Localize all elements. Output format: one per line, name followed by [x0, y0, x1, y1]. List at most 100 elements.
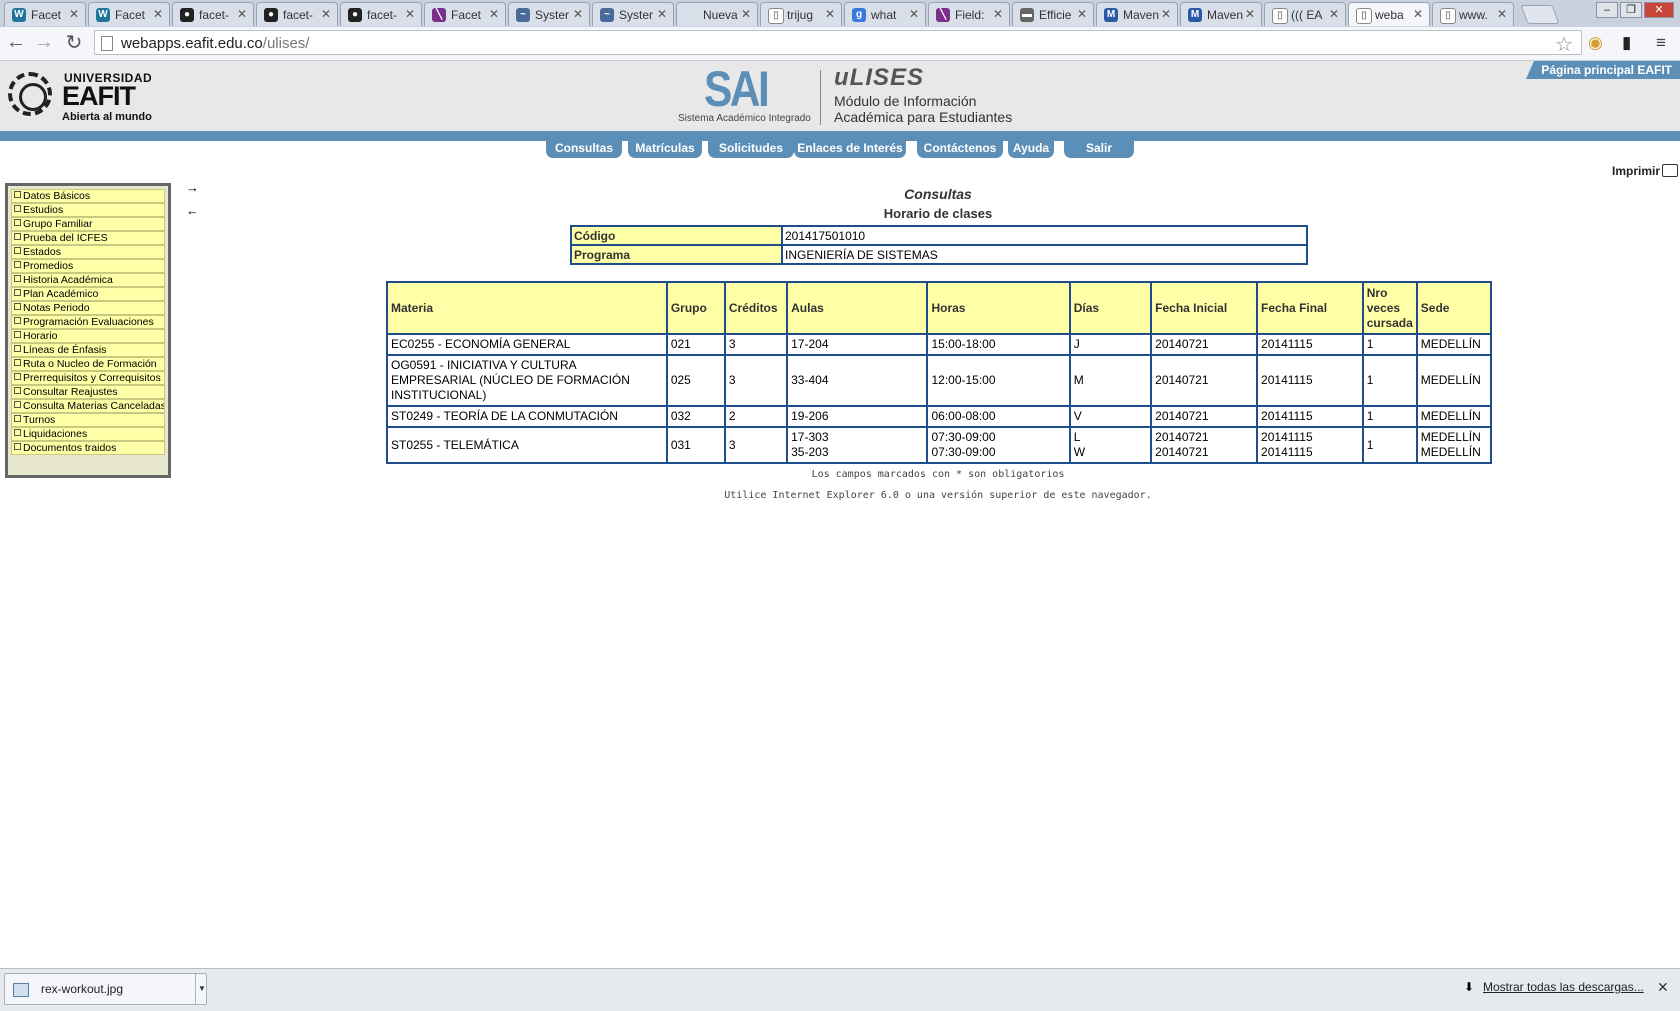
- menu-ayuda[interactable]: Ayuda: [1008, 140, 1054, 158]
- close-window-button[interactable]: ✕: [1644, 2, 1674, 18]
- close-tab-icon[interactable]: ✕: [825, 7, 835, 21]
- menu-enlaces[interactable]: Enlaces de Interés: [794, 140, 906, 158]
- logo-emblem-icon: [8, 72, 52, 116]
- browser-tab[interactable]: M Maven ✕: [1180, 2, 1262, 26]
- home-link[interactable]: Página principal EAFIT: [1526, 61, 1680, 79]
- tab-title: Syster: [535, 8, 570, 22]
- bookmark-star-icon[interactable]: ☆: [1555, 32, 1573, 57]
- close-tab-icon[interactable]: ✕: [69, 7, 79, 21]
- column-header: Días: [1068, 281, 1153, 335]
- minimize-button[interactable]: –: [1596, 2, 1618, 18]
- sidebar-item[interactable]: Prueba del ICFES: [11, 231, 165, 245]
- close-tab-icon[interactable]: ✕: [909, 7, 919, 21]
- show-all-downloads-link[interactable]: Mostrar todas las descargas...: [1483, 980, 1644, 994]
- menu-matriculas[interactable]: Matrículas: [628, 140, 702, 158]
- sidebar-item[interactable]: Promedios: [11, 259, 165, 273]
- menu-solicitudes[interactable]: Solicitudes: [708, 140, 794, 158]
- close-tab-icon[interactable]: ✕: [741, 7, 751, 21]
- github-icon: ●: [180, 8, 194, 22]
- sai-subtitle: Sistema Académico Integrado: [678, 113, 811, 124]
- tab-title: Field:: [955, 8, 985, 22]
- sidebar-item[interactable]: Liquidaciones: [11, 427, 165, 441]
- browser-tab[interactable]: W Facet ✕: [4, 2, 86, 26]
- sidebar-item[interactable]: Notas Periodo: [11, 301, 165, 315]
- schedule-cell: 1: [1361, 426, 1418, 464]
- back-icon[interactable]: ←: [5, 31, 27, 54]
- browser-tab[interactable]: ● facet- ✕: [256, 2, 338, 26]
- printer-icon[interactable]: [1662, 164, 1678, 177]
- menu-icon[interactable]: ≡: [1656, 33, 1666, 53]
- sidebar-item[interactable]: Líneas de Énfasis: [11, 343, 165, 357]
- sidebar-item[interactable]: Plan Académico: [11, 287, 165, 301]
- close-tab-icon[interactable]: ✕: [321, 7, 331, 21]
- close-tab-icon[interactable]: ✕: [1497, 7, 1507, 21]
- close-tab-icon[interactable]: ✕: [1077, 7, 1087, 21]
- eafit-logo[interactable]: UNIVERSIDAD EAFIT Abierta al mundo: [8, 71, 168, 125]
- close-tab-icon[interactable]: ✕: [237, 7, 247, 21]
- info-value: INGENIERÍA DE SISTEMAS: [781, 244, 1308, 265]
- close-tab-icon[interactable]: ✕: [993, 7, 1003, 21]
- browser-tab[interactable]: W Facet ✕: [88, 2, 170, 26]
- extension-icon[interactable]: ◉: [1588, 33, 1603, 53]
- tab-title: what: [871, 8, 897, 22]
- download-menu-button[interactable]: ▼: [195, 974, 208, 1004]
- browser-tab[interactable]: ╲ Facet ✕: [424, 2, 506, 26]
- schedule-cell: 031: [665, 426, 726, 464]
- sidebar-item[interactable]: Consultar Reajustes: [11, 385, 165, 399]
- sidebar-item[interactable]: Historia Académica: [11, 273, 165, 287]
- browser-tab[interactable]: M Maven ✕: [1096, 2, 1178, 26]
- browser-tab[interactable]: ▯((( EA ✕: [1264, 2, 1346, 26]
- close-tab-icon[interactable]: ✕: [1413, 7, 1423, 21]
- globe-icon: ▬: [1020, 8, 1034, 22]
- new-tab-button[interactable]: [1520, 5, 1560, 24]
- browser-tab[interactable]: ▯ www. ✕: [1432, 2, 1514, 26]
- menu-consultas[interactable]: Consultas: [546, 140, 622, 158]
- browser-tab[interactable]: ~ Syster ✕: [592, 2, 674, 26]
- schedule-cell: 19-206: [786, 405, 929, 428]
- expand-box-icon: [14, 247, 21, 254]
- sidebar-item-label: Líneas de Énfasis: [23, 344, 107, 356]
- extension-key-icon[interactable]: ▮: [1622, 33, 1631, 53]
- menu-contactenos[interactable]: Contáctenos: [917, 140, 1003, 158]
- browser-tab[interactable]: ▯ weba ✕: [1348, 2, 1430, 26]
- browser-tab[interactable]: ● facet- ✕: [340, 2, 422, 26]
- sidebar-item[interactable]: Ruta o Nucleo de Formación: [11, 357, 165, 371]
- address-bar[interactable]: webapps.eafit.edu.co/ulises/ ☆: [94, 30, 1582, 57]
- schedule-cell: M: [1068, 354, 1153, 407]
- close-tab-icon[interactable]: ✕: [1245, 7, 1255, 21]
- sidebar-item[interactable]: Programación Evaluaciones: [11, 315, 165, 329]
- schedule-cell: 20140721: [1150, 354, 1259, 407]
- close-tab-icon[interactable]: ✕: [1161, 7, 1171, 21]
- browser-tab[interactable]: g what ✕: [844, 2, 926, 26]
- sidebar-item[interactable]: Documentos traidos: [11, 441, 165, 455]
- browser-tab[interactable]: ~ Syster ✕: [508, 2, 590, 26]
- browser-tab[interactable]: ╲ Field: ✕: [928, 2, 1010, 26]
- browser-tab[interactable]: Nueva p✕: [676, 2, 758, 26]
- browser-tab[interactable]: ● facet- ✕: [172, 2, 254, 26]
- close-tab-icon[interactable]: ✕: [405, 7, 415, 21]
- download-item[interactable]: rex-workout.jpg ▼: [4, 973, 207, 1005]
- close-tab-icon[interactable]: ✕: [489, 7, 499, 21]
- sidebar-item[interactable]: Estados: [11, 245, 165, 259]
- close-tab-icon[interactable]: ✕: [1329, 7, 1339, 21]
- browser-tab[interactable]: ▯ trijug ✕: [760, 2, 842, 26]
- tab-title: Facet: [115, 8, 146, 22]
- sidebar-item-label: Liquidaciones: [23, 428, 88, 440]
- sidebar-item[interactable]: Prerrequisitos y Correquisitos: [11, 371, 165, 385]
- maven-icon: M: [1188, 8, 1202, 22]
- maximize-button[interactable]: ❐: [1620, 2, 1642, 18]
- sidebar-item[interactable]: Horario: [11, 329, 165, 343]
- close-tab-icon[interactable]: ✕: [573, 7, 583, 21]
- close-tab-icon[interactable]: ✕: [657, 7, 667, 21]
- close-tab-icon[interactable]: ✕: [153, 7, 163, 21]
- sidebar-item[interactable]: Turnos: [11, 413, 165, 427]
- sidebar-item[interactable]: Consulta Materias Canceladas: [11, 399, 165, 413]
- schedule-cell: MEDELLÍN MEDELLÍN: [1415, 426, 1493, 464]
- browser-tab[interactable]: ▬ Efficie ✕: [1012, 2, 1094, 26]
- schedule-cell: 1: [1361, 405, 1418, 428]
- menu-salir[interactable]: Salir: [1064, 140, 1134, 158]
- forward-icon[interactable]: →: [33, 31, 55, 54]
- close-downloads-icon[interactable]: ✕: [1657, 979, 1669, 996]
- reload-icon[interactable]: ↻: [63, 30, 85, 55]
- print-link[interactable]: Imprimir: [1612, 164, 1660, 178]
